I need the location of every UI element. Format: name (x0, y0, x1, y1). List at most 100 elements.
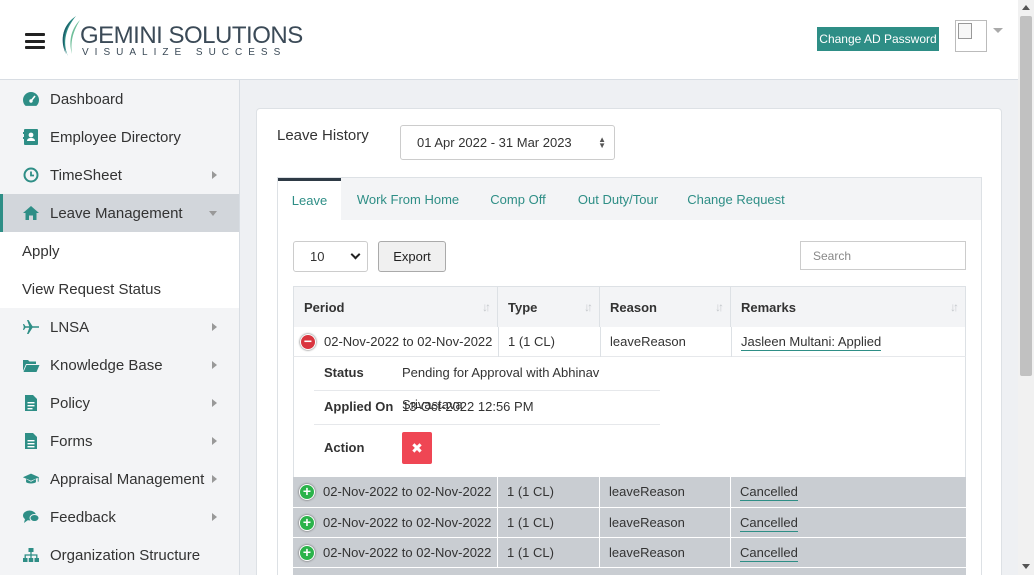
chevron-down-icon (350, 249, 361, 260)
table-row[interactable]: + 02-Nov-2022 to 02-Nov-2022 1 (1 CL) le… (293, 537, 966, 568)
row-detail-panel: Status Pending for Approval with Abhinav… (293, 357, 966, 477)
tab-comp-off[interactable]: Comp Off (480, 178, 556, 221)
period-select[interactable]: 01 Apr 2022 - 31 Mar 2023 ▲ ▼ (400, 125, 615, 160)
broken-image-icon (958, 23, 972, 39)
sidebar-subitem-apply[interactable]: Apply (0, 232, 239, 270)
export-button[interactable]: Export (378, 241, 446, 272)
sidebar-item-leave-management[interactable]: Leave Management (0, 194, 239, 232)
sidebar-item-policy[interactable]: Policy (0, 384, 239, 422)
scrollbar-thumb[interactable] (1020, 16, 1032, 376)
sidebar-item-dashboard[interactable]: Dashboard (0, 80, 239, 118)
cell-reason: leaveReason (609, 484, 685, 499)
page-scrollbar[interactable] (1018, 0, 1034, 575)
company-logo[interactable]: GEMINI SOLUTIONS VISUALIZE SUCCESS (54, 14, 303, 64)
sidebar-item-label: Dashboard (50, 90, 124, 108)
sidebar-item-organization-structure[interactable]: Organization Structure (0, 536, 239, 574)
table-row[interactable]: + 02-Nov-2022 to 02-Nov-2022 1 (1 CL) le… (293, 507, 966, 538)
table-row[interactable]: + 02-Nov-2022 to 02-Nov-2022 1 (1 CL) le… (293, 477, 966, 507)
column-label: Type (508, 300, 538, 315)
cell-period: 02-Nov-2022 to 02-Nov-2022 (323, 545, 492, 560)
cell-reason: leaveReason (609, 545, 685, 560)
column-header-type[interactable]: Type ↓↑ (498, 287, 600, 328)
sidebar: Dashboard Employee Directory TimeSheet L… (0, 80, 240, 575)
select-updown-arrow-icon: ▲ ▼ (598, 135, 606, 150)
leave-history-label: Leave History (277, 127, 369, 144)
sidebar-item-lnsa[interactable]: LNSA (0, 308, 239, 346)
sidebar-item-knowledge-base[interactable]: Knowledge Base (0, 346, 239, 384)
chevron-right-icon (212, 475, 217, 483)
leave-history-card: Leave History 01 Apr 2022 - 31 Mar 2023 … (256, 108, 1002, 575)
tab-out-duty-tour[interactable]: Out Duty/Tour (568, 178, 668, 221)
change-ad-password-button[interactable]: Change AD Password (817, 27, 939, 51)
cell-remarks: Jasleen Multani: Applied (731, 327, 882, 357)
user-menu-caret-icon[interactable] (993, 28, 1003, 33)
graduation-cap-icon (22, 470, 40, 488)
detail-action: Action ✖ (314, 425, 660, 475)
sort-icon: ↓↑ (482, 300, 491, 314)
cell-period: 02-Nov-2022 to 02-Nov-2022 (323, 515, 492, 530)
table-row[interactable] (293, 567, 966, 575)
sidebar-item-employee-directory[interactable]: Employee Directory (0, 118, 239, 156)
cell-remarks: Cancelled (730, 538, 798, 568)
page-length-value: 10 (310, 249, 325, 264)
cell-type: 1 (1 CL) (508, 334, 555, 349)
search-input[interactable] (800, 241, 966, 270)
column-label: Remarks (741, 300, 796, 315)
sidebar-subitem-view-request-status[interactable]: View Request Status (0, 270, 239, 308)
cell-period: 02-Nov-2022 to 02-Nov-2022 (323, 484, 492, 499)
sidebar-subitem-label: View Request Status (22, 280, 161, 298)
sidebar-item-timesheet[interactable]: TimeSheet (0, 156, 239, 194)
cell-remarks: Cancelled (730, 477, 798, 507)
tab-work-from-home[interactable]: Work From Home (348, 178, 468, 221)
cell-type: 1 (1 CL) (507, 545, 554, 560)
detail-label: Action (324, 440, 365, 455)
detail-applied-on: Applied On 13-Oct-2022 12:56 PM (314, 391, 660, 425)
leave-tab-panel: 10 Export Period ↓↑ Type ↓↑ Reason ↓↑ (277, 220, 982, 575)
address-book-icon (22, 128, 40, 146)
chevron-right-icon (212, 323, 217, 331)
cell-remarks: Cancelled (730, 508, 798, 538)
tab-change-request[interactable]: Change Request (682, 178, 790, 221)
period-select-value: 01 Apr 2022 - 31 Mar 2023 (417, 135, 572, 150)
column-header-remarks[interactable]: Remarks ↓↑ (731, 287, 965, 328)
sort-icon: ↓↑ (584, 300, 593, 314)
sidebar-subitem-label: Apply (22, 242, 60, 260)
sidebar-item-label: Appraisal Management (50, 470, 205, 488)
scroll-down-arrow-icon[interactable] (1022, 564, 1030, 569)
page-length-select[interactable]: 10 (293, 241, 368, 272)
table-header: Period ↓↑ Type ↓↑ Reason ↓↑ Remarks ↓↑ (293, 286, 966, 328)
sidebar-item-label: Forms (50, 432, 93, 450)
document-icon (22, 394, 40, 412)
sidebar-item-forms[interactable]: Forms (0, 422, 239, 460)
cell-type: 1 (1 CL) (507, 515, 554, 530)
sort-icon: ↓↑ (950, 300, 959, 314)
plane-icon (22, 318, 40, 336)
sidebar-item-feedback[interactable]: Feedback (0, 498, 239, 536)
sidebar-item-appraisal-management[interactable]: Appraisal Management (0, 460, 239, 498)
logo-name: GEMINI SOLUTIONS (80, 22, 303, 49)
sidebar-item-label: Leave Management (50, 204, 183, 222)
tab-leave[interactable]: Leave (278, 178, 341, 222)
column-header-reason[interactable]: Reason ↓↑ (600, 287, 731, 328)
detail-label: Status (324, 365, 364, 380)
remarks-link[interactable]: Cancelled (740, 545, 798, 562)
detail-label: Applied On (324, 399, 394, 414)
scroll-up-arrow-icon[interactable] (1022, 5, 1030, 10)
chevron-right-icon (212, 361, 217, 369)
comments-icon (22, 508, 40, 526)
remarks-link[interactable]: Cancelled (740, 515, 798, 532)
column-header-period[interactable]: Period ↓↑ (294, 287, 498, 328)
table-row[interactable]: − 02-Nov-2022 to 02-Nov-2022 1 (1 CL) le… (293, 327, 966, 357)
remarks-link[interactable]: Cancelled (740, 484, 798, 501)
home-icon (22, 204, 40, 222)
sidebar-item-label: Organization Structure (50, 546, 201, 564)
sidebar-item-label: Employee Directory (50, 128, 181, 146)
cancel-leave-button[interactable]: ✖ (402, 432, 432, 464)
remarks-link[interactable]: Jasleen Multani: Applied (741, 334, 882, 351)
cell-type: 1 (1 CL) (507, 484, 554, 499)
user-avatar[interactable] (955, 20, 987, 52)
hamburger-menu-icon[interactable] (25, 33, 45, 49)
chevron-right-icon (212, 399, 217, 407)
top-header: GEMINI SOLUTIONS VISUALIZE SUCCESS Chang… (0, 0, 1018, 80)
sidebar-item-label: LNSA (50, 318, 90, 336)
